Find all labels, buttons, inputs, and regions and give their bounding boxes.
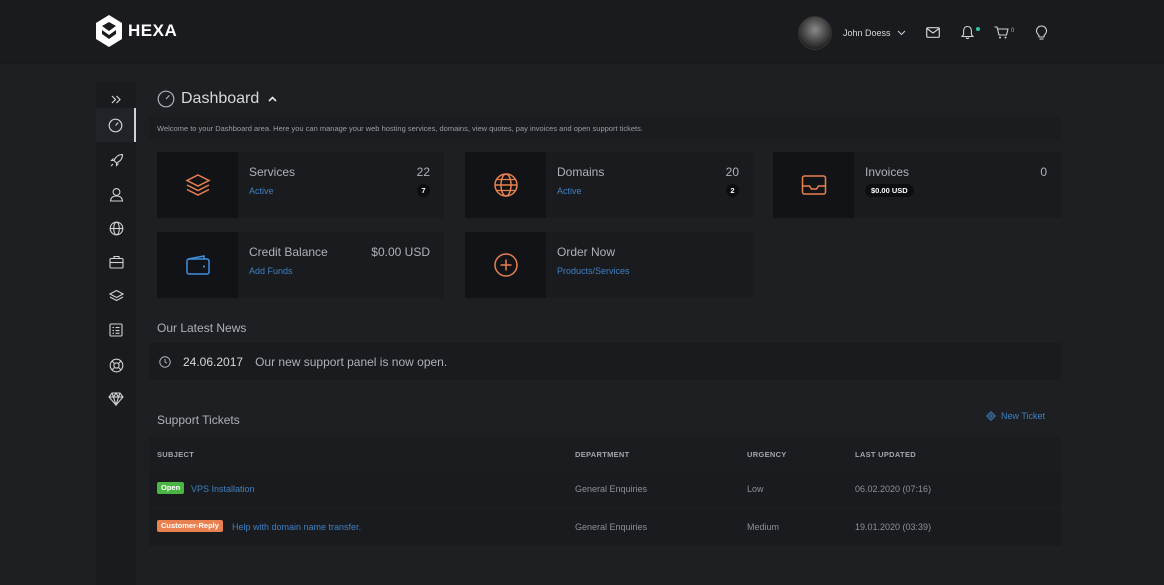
notifications[interactable]	[961, 25, 981, 41]
tile-invoices[interactable]: Invoices 0 $0.00 USD	[773, 152, 1061, 218]
welcome-text: Welcome to your Dashboard area. Here you…	[149, 117, 1061, 141]
tile-count: $0.00 USD	[371, 245, 430, 259]
user-menu[interactable]: John Doess	[798, 16, 906, 50]
tile-link[interactable]: Active	[249, 186, 274, 196]
tile-services[interactable]: Services Active 22 7	[157, 152, 444, 218]
avatar[interactable]	[798, 16, 832, 50]
ticket-subject[interactable]: VPS Installation	[191, 484, 255, 494]
tile-icon-box	[773, 152, 854, 218]
tile-order-now[interactable]: Order Now Products/Services	[465, 232, 753, 298]
tile-count: 20	[725, 165, 739, 179]
table-row[interactable]: Customer-Reply Help with domain name tra…	[149, 508, 1061, 546]
tile-icon-box	[465, 152, 546, 218]
tile-icon-box	[157, 152, 238, 218]
new-ticket-button[interactable]: New Ticket	[986, 411, 1045, 421]
tile-domains[interactable]: Domains Active 20 2	[465, 152, 753, 218]
ticket-updated: 19.01.2020 (03:39)	[855, 522, 932, 532]
expand-icon	[111, 95, 121, 103]
tile-icon-box	[465, 232, 546, 298]
sidebar-item-products[interactable]	[96, 279, 136, 313]
logo[interactable]: HEXA	[95, 14, 177, 48]
tile-link[interactable]: Add Funds	[249, 266, 293, 276]
cart-count: 0	[1011, 28, 1015, 34]
column-header[interactable]: URGENCY	[747, 450, 787, 459]
sidebar-item-billing[interactable]	[96, 313, 136, 347]
tickets-table: SUBJECT DEPARTMENT URGENCY LAST UPDATED …	[149, 437, 1061, 546]
tile-count: 22	[416, 165, 430, 179]
top-bar: HEXA John Doess 0	[0, 0, 1164, 64]
tile-label: Services	[249, 165, 296, 179]
inbox-icon	[801, 175, 826, 195]
ticket-urgency: Low	[747, 484, 764, 494]
layers-icon	[184, 174, 211, 196]
lightbulb-icon[interactable]	[1035, 25, 1048, 41]
mail-icon[interactable]	[926, 27, 940, 38]
column-header[interactable]: SUBJECT	[157, 450, 194, 459]
support-icon	[109, 358, 123, 372]
tile-link[interactable]: Products/Services	[557, 266, 630, 276]
ticket-updated: 06.02.2020 (07:16)	[855, 484, 932, 494]
page-title: Dashboard	[157, 90, 277, 108]
clock-icon	[159, 355, 171, 368]
briefcase-icon	[108, 255, 124, 269]
news-title: Our Latest News	[157, 321, 247, 335]
sidebar-item-support[interactable]	[96, 348, 136, 382]
notification-dot	[976, 27, 980, 31]
dashboard-icon	[108, 118, 122, 132]
new-ticket-label: New Ticket	[1001, 411, 1046, 421]
tile-label: Order Now	[557, 245, 616, 259]
page-title-text: Dashboard	[181, 90, 260, 107]
ticket-subject[interactable]: Help with domain name transfer.	[232, 522, 361, 532]
table-row[interactable]: Open VPS Installation General Enquiries …	[149, 470, 1061, 508]
rocket-icon	[109, 153, 123, 167]
user-name: John Doess	[843, 28, 891, 38]
news-text: Our new support panel is now open.	[255, 354, 448, 369]
sidebar-item-services[interactable]	[96, 143, 136, 177]
wallet-icon	[185, 255, 210, 275]
tile-badge: 7	[417, 184, 430, 197]
sidebar-item-dashboard[interactable]	[96, 108, 136, 142]
bell-icon	[961, 25, 974, 40]
diamond-icon	[108, 392, 124, 406]
plus-circle-icon	[493, 253, 518, 277]
tile-icon-box	[157, 232, 238, 298]
chevron-down-icon	[897, 30, 905, 36]
ticket-department: General Enquiries	[575, 484, 648, 494]
tickets-title: Support Tickets	[157, 413, 240, 427]
cart-icon	[994, 26, 1009, 39]
tile-label: Invoices	[865, 165, 910, 179]
globe-icon	[493, 173, 518, 197]
status-badge: Customer-Reply	[157, 520, 223, 532]
user-icon	[109, 187, 123, 202]
brand-name: HEXA	[128, 21, 178, 40]
ticket-department: General Enquiries	[575, 522, 648, 532]
tile-credit-balance[interactable]: Credit Balance Add Funds $0.00 USD	[157, 232, 444, 298]
tile-link[interactable]: Active	[557, 186, 582, 196]
sidebar-item-premium[interactable]	[96, 382, 136, 416]
tile-count: 0	[1040, 165, 1047, 179]
tile-badge: 2	[726, 184, 739, 197]
sidebar-item-domains[interactable]	[96, 211, 136, 245]
news-item[interactable]: 24.06.2017 Our new support panel is now …	[149, 343, 1061, 380]
invoice-icon	[109, 323, 123, 337]
cart[interactable]: 0	[994, 26, 1016, 42]
news-date: 24.06.2017	[183, 354, 244, 369]
sidebar-item-business[interactable]	[96, 245, 136, 279]
column-header[interactable]: LAST UPDATED	[855, 450, 916, 459]
ticket-urgency: Medium	[747, 522, 780, 532]
table-header: SUBJECT DEPARTMENT URGENCY LAST UPDATED	[149, 437, 1061, 470]
tile-label: Domains	[557, 165, 605, 179]
tile-label: Credit Balance	[249, 245, 328, 259]
sidebar-item-account[interactable]	[96, 177, 136, 211]
tile-badge: $0.00 USD	[865, 184, 914, 197]
gear-icon	[986, 411, 996, 421]
sidebar	[96, 82, 136, 585]
column-header[interactable]: DEPARTMENT	[575, 450, 630, 459]
chevron-up-icon[interactable]	[268, 96, 277, 102]
hexa-logo-icon	[96, 15, 122, 47]
dashboard-icon	[157, 90, 175, 108]
layers-icon	[108, 289, 124, 301]
status-badge: Open	[157, 482, 185, 494]
globe-icon	[109, 221, 123, 235]
